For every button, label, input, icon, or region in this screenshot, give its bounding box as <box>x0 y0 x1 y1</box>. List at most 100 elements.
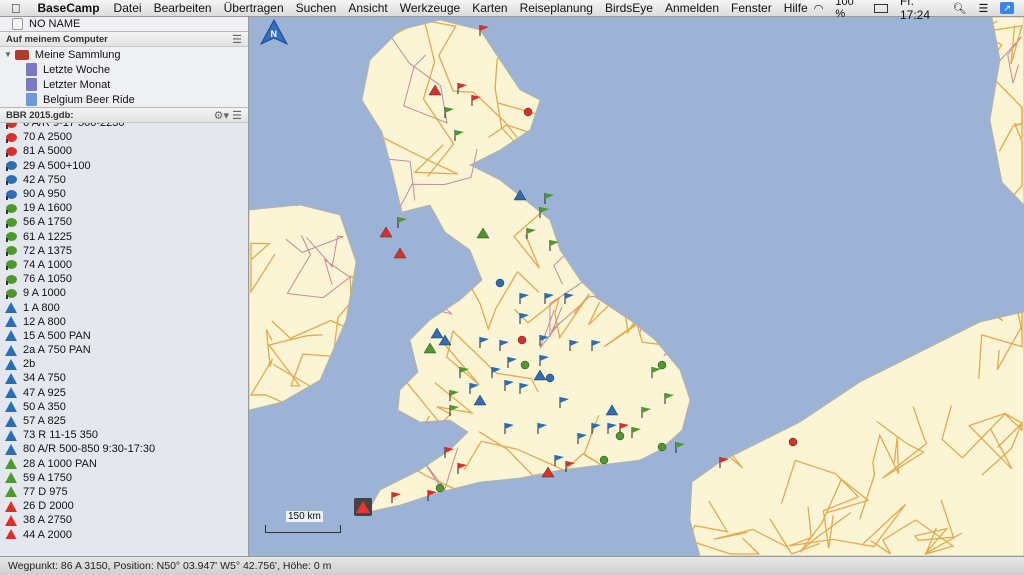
waypoint-label: 72 A 1375 <box>23 244 72 257</box>
waypoint-item[interactable]: 80 A/R 500-850 9:30-17:30 <box>0 442 248 456</box>
briefcase-icon <box>14 49 29 60</box>
apple-menu-icon[interactable]:  <box>0 1 32 16</box>
menu-8[interactable]: BirdsEye <box>599 1 659 15</box>
waypoint-item[interactable]: 1 A 800 <box>0 300 248 314</box>
waypoint-label: 74 A 1000 <box>23 258 72 271</box>
waypoint-item[interactable]: 61 A 1225 <box>0 230 248 244</box>
waypoint-item[interactable]: 90 A 950 <box>0 187 248 201</box>
menu-7[interactable]: Reiseplanung <box>514 1 599 15</box>
waypoint-triangle-marker[interactable] <box>379 226 393 238</box>
waypoint-item[interactable]: 9 A 1000 <box>0 286 248 300</box>
waypoint-item[interactable]: 77 D 975 <box>0 485 248 499</box>
collection-list-item[interactable]: Letzte Woche <box>0 62 248 77</box>
waypoint-flag-marker[interactable] <box>480 25 489 31</box>
waypoint-item[interactable]: 56 A 1750 <box>0 215 248 229</box>
waypoint-item[interactable]: 2a A 750 PAN <box>0 343 248 357</box>
waypoint-item[interactable]: 26 D 2000 <box>0 499 248 513</box>
device-icon <box>12 18 23 30</box>
menu-icon[interactable]: ☰ <box>232 33 242 46</box>
wifi-icon[interactable]: ◠ <box>814 2 824 15</box>
computer-header-label: Auf meinem Computer <box>6 33 108 45</box>
waypoint-item[interactable]: 47 A 925 <box>0 386 248 400</box>
waypoint-item[interactable]: 28 A 1000 PAN <box>0 457 248 471</box>
waypoint-item[interactable]: 38 A 2750 <box>0 513 248 527</box>
device-label: NO NAME <box>29 18 81 30</box>
menu-10[interactable]: Fenster <box>725 1 778 15</box>
waypoint-item[interactable]: 12 A 800 <box>0 315 248 329</box>
app-menu[interactable]: BaseCamp <box>32 1 108 15</box>
waypoint-item[interactable]: 15 A 500 PAN <box>0 329 248 343</box>
waypoint-item[interactable]: 81 A 5000 <box>0 144 248 158</box>
waypoint-label: 38 A 2750 <box>23 514 72 527</box>
collection-item[interactable]: ▼ Meine Sammlung <box>0 47 248 62</box>
notification-list-icon[interactable]: ☰ <box>978 2 988 15</box>
waypoint-item[interactable]: 59 A 1750 <box>0 471 248 485</box>
waypoint-pin-marker[interactable] <box>435 483 445 493</box>
waypoint-item[interactable]: 70 A 2500 <box>0 130 248 144</box>
triangle-icon <box>5 486 17 498</box>
menu-3[interactable]: Suchen <box>290 1 343 15</box>
waypoint-pin-marker[interactable] <box>523 107 533 117</box>
map-canvas[interactable] <box>249 17 1024 556</box>
waypoint-label: 12 A 800 <box>23 315 66 328</box>
waypoint-pin-marker[interactable] <box>520 360 530 370</box>
pin-icon <box>6 189 17 200</box>
waypoint-triangle-marker[interactable] <box>393 247 407 259</box>
road <box>762 217 840 289</box>
waypoint-item[interactable]: 42 A 750 <box>0 173 248 187</box>
waypoint-pin-marker[interactable] <box>495 278 505 288</box>
waypoint-flag-marker[interactable] <box>398 217 407 223</box>
waypoint-item[interactable]: 73 R 11-15 350 <box>0 428 248 442</box>
waypoint-item[interactable]: 6 A/R 9-17 500-2230 <box>0 123 248 130</box>
menu-6[interactable]: Karten <box>466 1 513 15</box>
waypoint-item[interactable]: 29 A 500+100 <box>0 159 248 173</box>
waypoint-item[interactable]: 44 A 2000 <box>0 527 248 539</box>
road <box>726 366 816 410</box>
battery-status[interactable]: 100 % <box>835 0 862 20</box>
road <box>640 18 717 55</box>
device-no-name[interactable]: NO NAME <box>0 17 248 31</box>
waypoint-pin-marker[interactable] <box>517 335 527 345</box>
map-view[interactable]: N 150 km <box>249 17 1024 556</box>
spotlight-search-icon[interactable]: 🔍︎ <box>952 2 966 15</box>
waypoint-pin-marker[interactable] <box>657 442 667 452</box>
waypoint-pin-marker[interactable] <box>615 431 625 441</box>
pin-icon <box>6 161 17 172</box>
menu-4[interactable]: Ansicht <box>342 1 393 15</box>
waypoint-item[interactable]: 74 A 1000 <box>0 258 248 272</box>
menu-0[interactable]: Datei <box>108 1 148 15</box>
waypoint-flag-marker[interactable] <box>540 207 549 213</box>
compass-icon[interactable]: N <box>259 18 289 48</box>
waypoint-pin-marker[interactable] <box>788 437 798 447</box>
menu-2[interactable]: Übertragen <box>218 1 290 15</box>
disclosure-triangle-icon[interactable]: ▼ <box>4 49 12 61</box>
waypoint-item[interactable]: 57 A 825 <box>0 414 248 428</box>
waypoint-pin-marker[interactable] <box>657 360 667 370</box>
waypoint-item[interactable]: 2b <box>0 357 248 371</box>
gear-icon[interactable]: ⚙▾ <box>214 110 229 122</box>
waypoint-label: 70 A 2500 <box>23 131 72 144</box>
waypoint-item[interactable]: 72 A 1375 <box>0 244 248 258</box>
waypoint-item[interactable]: 76 A 1050 <box>0 272 248 286</box>
menu-11[interactable]: Hilfe <box>778 1 814 15</box>
waypoint-item[interactable]: 50 A 350 <box>0 400 248 414</box>
waypoint-flag-marker[interactable] <box>545 193 554 199</box>
waypoint-flag-marker[interactable] <box>676 442 685 448</box>
collection-list-item[interactable]: Belgium Beer Ride <box>0 92 248 107</box>
waypoint-item[interactable]: 19 A 1600 <box>0 201 248 215</box>
menu-icon[interactable]: ☰ <box>232 110 242 122</box>
menu-1[interactable]: Bearbeiten <box>148 1 218 15</box>
waypoint-item[interactable]: 34 A 750 <box>0 371 248 385</box>
waypoint-label: 61 A 1225 <box>23 230 72 243</box>
clock[interactable]: Fr. 17:24 <box>900 0 941 22</box>
menu-9[interactable]: Anmelden <box>659 1 725 15</box>
fullscreen-icon[interactable]: ↗ <box>1000 2 1014 14</box>
road <box>279 535 375 555</box>
list-icon <box>26 93 37 106</box>
collection-list-item[interactable]: Letzter Monat <box>0 77 248 92</box>
triangle-icon <box>5 429 17 441</box>
waypoint-pin-marker[interactable] <box>545 373 555 383</box>
waypoint-label: 26 D 2000 <box>23 500 74 513</box>
menu-5[interactable]: Werkzeuge <box>394 1 466 15</box>
waypoint-pin-marker[interactable] <box>599 455 609 465</box>
